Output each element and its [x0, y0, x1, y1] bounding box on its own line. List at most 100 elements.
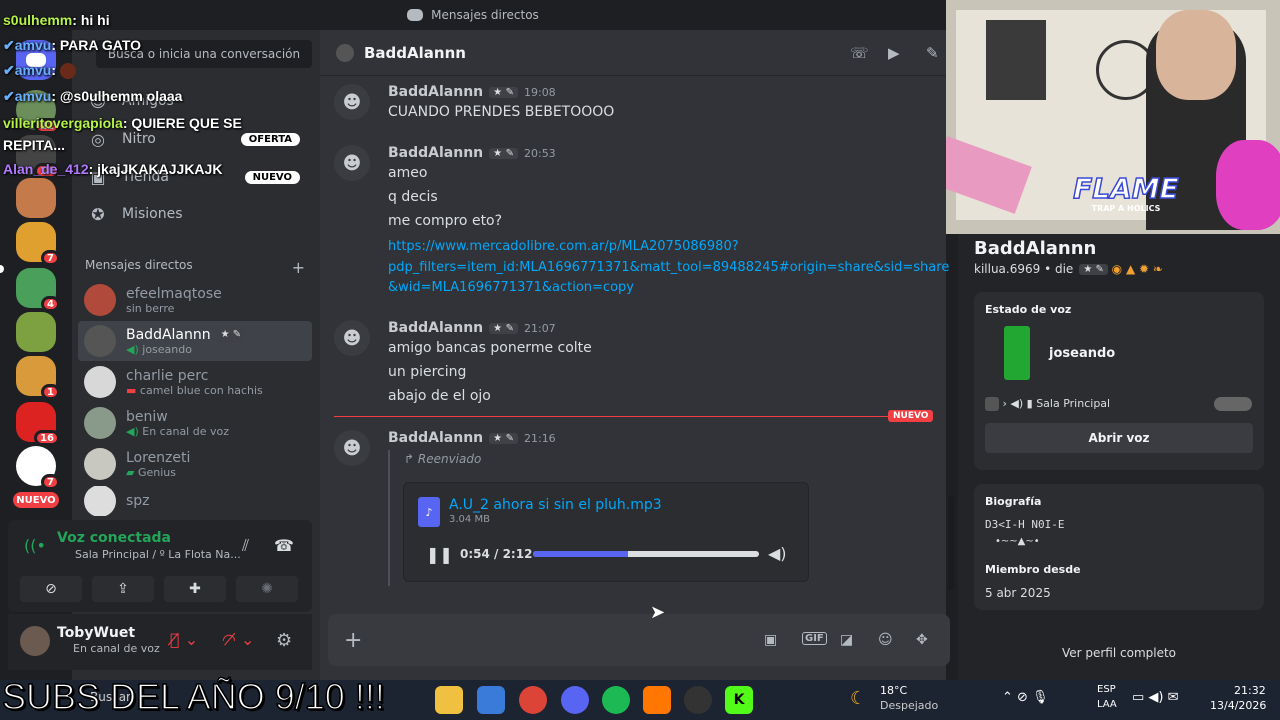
camera-off-button[interactable]: ⊘	[20, 576, 82, 602]
message-time: 21:07	[523, 322, 556, 335]
server-icon[interactable]: 1	[16, 356, 60, 400]
server-icon[interactable]: 4	[16, 268, 60, 312]
author-avatar[interactable]: ☻	[334, 320, 370, 356]
chat-scrollbar[interactable]	[948, 496, 954, 590]
pause-button[interactable]: ❚❚	[426, 545, 453, 564]
audio-file-icon: ♪	[418, 497, 440, 527]
overlay-chat-line: ✔amvu: @s0ulhemm olaaa	[3, 88, 183, 104]
screen-share-button[interactable]: ⇪	[92, 576, 154, 602]
dm-item[interactable]: charlie perc ▬ camel blue con hachis	[78, 362, 312, 402]
new-pill[interactable]: NUEVO	[13, 492, 59, 508]
message-text: me compro eto?	[388, 213, 503, 229]
store-icon[interactable]	[477, 686, 505, 714]
profile-handle: killua.6969 • die ★ ✎ ◉ ▲ ✹ ❧	[974, 262, 1163, 276]
deafen-icon[interactable]: ◠̸ ⌄	[222, 630, 254, 649]
user-panel	[8, 614, 312, 670]
audio-progress[interactable]	[533, 551, 759, 557]
author-avatar[interactable]: ☻	[334, 84, 370, 120]
dm-item-selected[interactable]: BaddAlannn ★ ✎ ◀) joseando	[78, 321, 312, 361]
dm-item[interactable]: Lorenzeti ▰ Genius	[78, 444, 312, 484]
unread-pip	[0, 265, 4, 273]
message-text: un piercing	[388, 364, 467, 380]
obs-icon[interactable]	[684, 686, 712, 714]
soundcloud-icon[interactable]	[643, 686, 671, 714]
new-tag: NUEVO	[244, 170, 300, 184]
sticker-icon[interactable]: ◪	[840, 632, 853, 648]
message-author[interactable]: BaddAlannn ★ ✎ 21:16	[388, 430, 556, 446]
disconnect-icon[interactable]: ☎	[274, 536, 294, 555]
file-explorer-icon[interactable]	[435, 686, 463, 714]
voice-channel[interactable]: Sala Principal / º La Flota Na...	[75, 548, 241, 561]
spotify-icon[interactable]	[602, 686, 630, 714]
message-author[interactable]: BaddAlannn ★ ✎ 21:07	[388, 320, 556, 336]
dm-status: ◀) joseando	[126, 342, 192, 356]
pin-icon[interactable]: ✎	[926, 44, 939, 62]
system-tray-icons[interactable]: ▭ ◀) ✉	[1132, 690, 1179, 705]
dm-status: sin berre	[126, 301, 175, 315]
speaker-icon: ◀)	[126, 342, 139, 356]
dm-item[interactable]: spz	[78, 486, 312, 516]
overlay-chat-line: ✔amvu:	[3, 62, 76, 80]
message-link[interactable]: https://www.mercadolibre.com.ar/p/MLA207…	[388, 237, 949, 299]
emoji-icon[interactable]: ☺	[878, 632, 893, 648]
server-icon[interactable]: 16	[16, 402, 60, 446]
bio-text: D3<I-H N0I-E	[985, 518, 1065, 531]
gift-icon[interactable]: ▣	[764, 632, 777, 648]
quests-icon: ✪	[91, 204, 105, 224]
call-icon[interactable]: ☏	[850, 44, 869, 62]
discord-taskbar-icon[interactable]	[561, 686, 589, 714]
overlay-chat-line: s0ulhemm: hi hi	[3, 12, 110, 28]
dm-status: ◀) En canal de voz	[126, 424, 229, 438]
nav-quests[interactable]: ✪ Misiones	[80, 197, 312, 231]
video-icon[interactable]: ▶	[888, 44, 900, 62]
game-icon: ▰	[126, 465, 135, 479]
volume-icon[interactable]: ◀)	[768, 544, 787, 563]
message-composer[interactable]	[328, 614, 950, 666]
activities-button[interactable]: ✚	[164, 576, 226, 602]
member-since-title: Miembro desde	[985, 563, 1081, 576]
profile-name[interactable]: BaddAlannn	[974, 238, 1096, 259]
server-icon[interactable]	[16, 178, 56, 218]
message-author[interactable]: BaddAlannn ★ ✎ 19:08	[388, 84, 556, 100]
unread-badge: 16	[34, 430, 60, 446]
settings-icon[interactable]: ⚙	[276, 630, 292, 651]
add-dm-icon[interactable]: +	[292, 258, 305, 277]
weather-temp[interactable]: 18°C	[880, 684, 907, 697]
noise-suppression-icon[interactable]: ⫽	[242, 536, 249, 556]
language[interactable]: ESP	[1097, 684, 1116, 695]
member-since-date: 5 abr 2025	[985, 586, 1051, 600]
author-avatar[interactable]: ☻	[334, 430, 370, 466]
tray-icons[interactable]: ⌃ ⊘ 🎙	[1002, 690, 1049, 705]
user-avatar[interactable]	[20, 626, 50, 656]
streamer-head	[1156, 10, 1236, 100]
webcam-feed: FLAME TRAP A HOLICS	[946, 0, 1280, 234]
mic-muted-icon[interactable]: 🎙̸ ⌄	[170, 630, 198, 649]
view-full-profile-link[interactable]: Ver perfil completo	[958, 646, 1280, 660]
attachment-filename[interactable]: A.U_2 ahora si sin el pluh.mp3	[449, 497, 662, 513]
chrome-icon[interactable]	[519, 686, 547, 714]
activity-label: joseando	[1049, 346, 1116, 361]
dm-name: beniw	[126, 408, 168, 425]
author-avatar[interactable]: ☻	[334, 145, 370, 181]
message-author[interactable]: BaddAlannn ★ ✎ 20:53	[388, 145, 556, 161]
unread-badge: 4	[41, 296, 60, 312]
attachment-size: 3.04 MB	[449, 514, 490, 525]
gif-icon[interactable]: GIF	[802, 632, 827, 645]
nav-label: Misiones	[122, 206, 183, 222]
apps-icon[interactable]: ✥	[916, 632, 928, 648]
dm-item[interactable]: beniw ◀) En canal de voz	[78, 403, 312, 443]
unread-badge: 1	[41, 384, 60, 400]
server-icon[interactable]	[16, 312, 56, 352]
voice-title: Voz conectada	[57, 530, 171, 546]
title-bar: Mensajes directos	[0, 0, 946, 30]
server-icon[interactable]: 7	[16, 446, 60, 490]
kick-icon[interactable]: K	[725, 686, 753, 714]
clock-time[interactable]: 21:32	[1234, 684, 1266, 697]
guild-tag-icon: ★ ✎	[489, 147, 518, 159]
server-icon[interactable]: 7	[16, 222, 60, 266]
open-voice-button[interactable]: Abrir voz	[985, 423, 1253, 453]
soundboard-button[interactable]: ✺	[236, 576, 298, 602]
dm-item[interactable]: efeelmaqtose sin berre	[78, 280, 312, 320]
add-attachment-icon[interactable]: +	[344, 628, 362, 653]
chat-header-title: BaddAlannn	[364, 43, 466, 62]
